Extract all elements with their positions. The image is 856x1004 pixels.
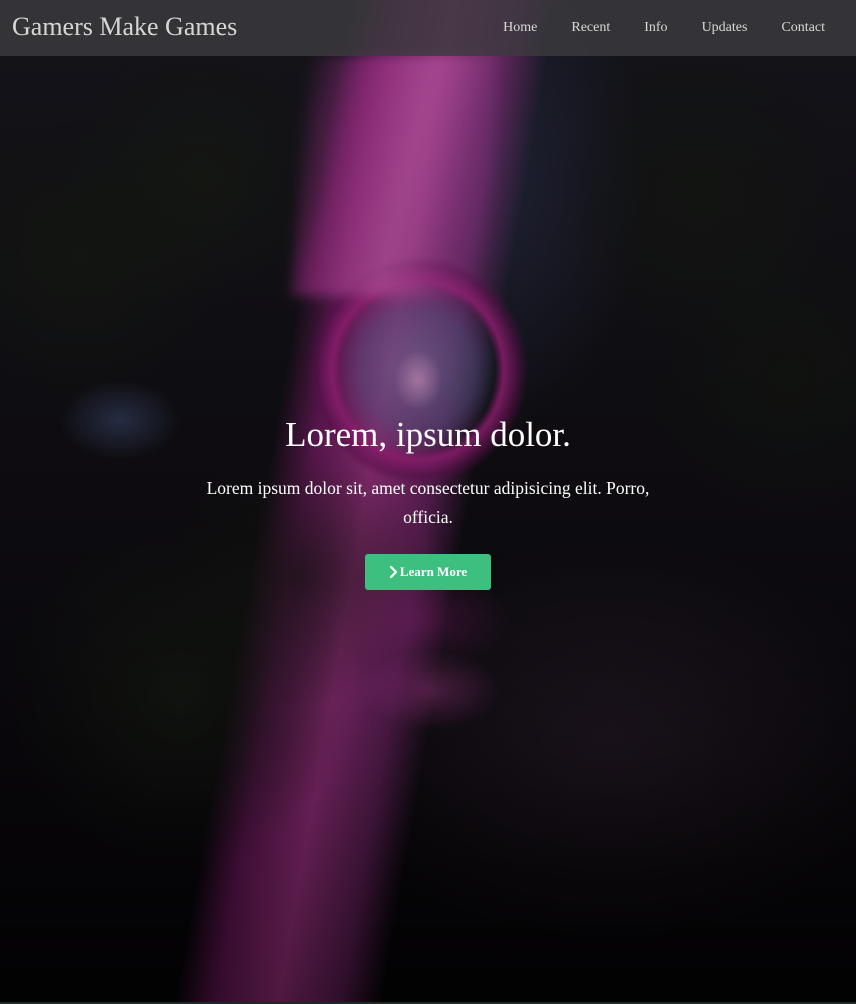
nav-item-info: Info: [627, 20, 684, 36]
page: Gamers Make Games Home Recent Info Updat…: [0, 0, 856, 1004]
nav-link-updates[interactable]: Updates: [685, 20, 765, 36]
nav-link-info[interactable]: Info: [627, 20, 684, 36]
nav-link-home[interactable]: Home: [486, 20, 554, 36]
learn-more-button[interactable]: Learn More: [365, 554, 491, 590]
nav-link-recent[interactable]: Recent: [554, 20, 627, 36]
nav-item-home: Home: [486, 20, 554, 36]
nav-item-recent: Recent: [554, 20, 627, 36]
learn-more-label: Learn More: [399, 564, 468, 579]
nav-item-contact: Contact: [764, 20, 842, 36]
chevron-right-icon: [389, 566, 397, 578]
nav-links: Home Recent Info Updates Contact: [486, 0, 842, 56]
hero-content: Lorem, ipsum dolor. Lorem ipsum dolor si…: [0, 410, 856, 590]
nav-link-contact[interactable]: Contact: [764, 20, 842, 36]
navbar: Gamers Make Games Home Recent Info Updat…: [0, 0, 856, 56]
hero-title: Lorem, ipsum dolor.: [285, 415, 571, 454]
nav-item-updates: Updates: [685, 20, 765, 36]
brand-logo[interactable]: Gamers Make Games: [12, 12, 237, 42]
hero-subtitle: Lorem ipsum dolor sit, amet consectetur …: [206, 478, 650, 527]
